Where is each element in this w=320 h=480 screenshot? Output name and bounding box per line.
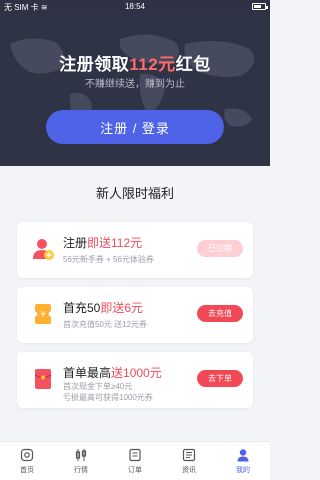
hero-subtitle: 不赚继续送，赚到为止 — [85, 79, 185, 90]
card-title-prefix: 注册 — [63, 236, 88, 250]
user-plus-icon — [33, 239, 54, 260]
card-title: 首充50即送6元 — [63, 299, 143, 316]
card-title-highlight: 即送112元 — [87, 236, 143, 250]
section-title: 新人限时福利 — [95, 186, 174, 201]
hero-title-amount: 112元 — [129, 55, 176, 74]
card-description: 首次充值50元 送12元券 — [63, 320, 148, 329]
battery-icon — [252, 3, 268, 10]
card-description: 56元新手券 + 56元体验券 — [63, 255, 154, 264]
tab-home[interactable]: 首页 — [0, 442, 54, 480]
tab-market[interactable]: 行情 — [54, 442, 108, 480]
register-login-button[interactable]: 注册 / 登录 — [46, 110, 224, 144]
recharge-button[interactable]: 去充值 — [197, 305, 243, 322]
news-icon — [182, 448, 196, 461]
place-order-button[interactable]: 去下单 — [197, 370, 243, 387]
tab-label: 首页 — [20, 466, 34, 474]
expired-button[interactable]: 已过期 — [197, 240, 243, 257]
tab-label: 我的 — [236, 466, 250, 474]
hero-banner: 注册领取112元红包 不赚继续送，赚到为止 注册 / 登录 — [0, 14, 270, 166]
battery-fill — [254, 5, 262, 8]
hero-title-suffix: 红包 — [175, 55, 211, 74]
status-bar: 无 SIM 卡 ≋ 18:54 — [0, 0, 270, 14]
tab-label: 资讯 — [182, 466, 196, 474]
hero-title: 注册领取112元红包 — [0, 50, 270, 75]
card-title: 注册即送112元 — [63, 234, 142, 251]
card-title: 首单最高送1000元 — [63, 364, 162, 381]
tab-news[interactable]: 资讯 — [162, 442, 216, 480]
card-title-highlight: 送1000元 — [111, 366, 162, 380]
hero-title-prefix: 注册领取 — [59, 55, 130, 74]
home-icon — [20, 448, 34, 461]
card-description-line: 首次现金下单≥40元 — [63, 382, 133, 391]
clock: 18:54 — [124, 2, 146, 11]
card-title-prefix: 首单最高 — [63, 366, 112, 380]
tab-label: 行情 — [74, 466, 88, 474]
benefit-card-first-deposit: ¥ 首充50即送6元 首次充值50元 送12元券 去充值 — [17, 287, 253, 343]
order-icon — [129, 448, 141, 461]
red-envelope-icon — [34, 369, 52, 389]
benefit-card-register: 注册即送112元 56元新手券 + 56元体验券 已过期 — [17, 222, 253, 278]
candlestick-icon — [75, 448, 87, 461]
tab-label: 订单 — [128, 466, 142, 474]
card-description: 首次现金下单≥40元 亏损最高可获得1000元券 — [63, 381, 153, 403]
svg-text:¥: ¥ — [40, 310, 45, 319]
tab-orders[interactable]: 订单 — [108, 442, 162, 480]
card-title-highlight: 即送6元 — [100, 301, 144, 315]
tab-profile[interactable]: 我的 — [216, 442, 270, 480]
card-description-line: 亏损最高可获得1000元券 — [63, 393, 153, 402]
profile-icon — [237, 448, 249, 461]
status-right — [252, 3, 268, 10]
card-title-prefix: 首充50 — [63, 301, 101, 315]
coupon-icon: ¥ — [32, 304, 54, 324]
bottom-tab-bar: 首页 行情 订单 资讯 我的 — [0, 441, 270, 480]
benefit-card-first-order: 首单最高送1000元 首次现金下单≥40元 亏损最高可获得1000元券 去下单 — [17, 352, 253, 408]
